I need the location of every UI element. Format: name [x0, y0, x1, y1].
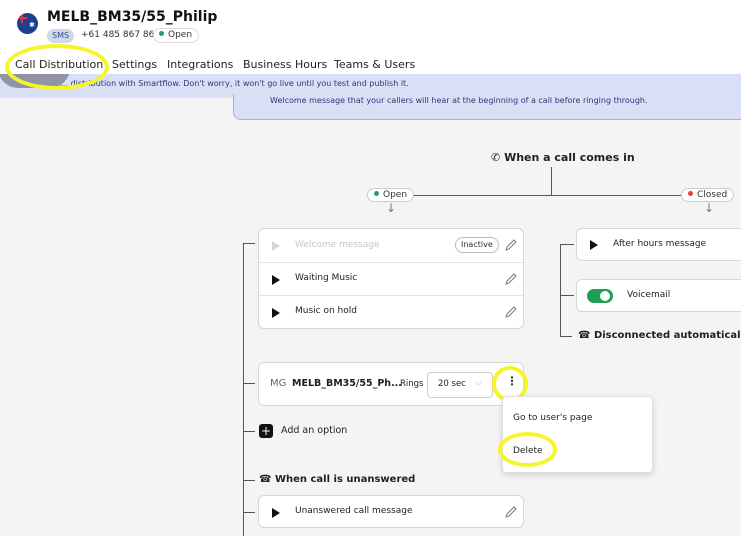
agent-avatar: MG: [270, 378, 287, 389]
closed-branch-line: [560, 244, 561, 336]
status-label: Open: [168, 30, 193, 40]
add-option-icon[interactable]: +: [259, 424, 273, 438]
branch-line: [391, 195, 711, 196]
voicemail-label: Voicemail: [627, 290, 671, 300]
hangup-icon: ☎: [578, 330, 591, 341]
play-icon[interactable]: [590, 240, 598, 250]
edit-pencil-icon[interactable]: [504, 272, 518, 286]
welcome-tooltip: Welcome message that your callers will h…: [233, 94, 741, 120]
branch-tick: [560, 295, 574, 296]
unanswered-card: Unanswered call message: [258, 495, 524, 528]
closed-dot-icon: [688, 191, 693, 196]
arrow-down-icon: ↓: [704, 201, 715, 215]
rings-select[interactable]: 20 sec ⌵: [427, 372, 493, 398]
tab-teams-users[interactable]: Teams & Users: [334, 58, 415, 71]
phone-icon: ✆: [491, 151, 501, 164]
page-title: MELB_BM35/55_Philip: [47, 9, 218, 25]
condition-closed[interactable]: Closed: [681, 188, 735, 202]
branch-tick: [560, 244, 574, 245]
voicemail-toggle[interactable]: [587, 289, 613, 303]
welcome-tooltip-text: Welcome message that your callers will h…: [270, 96, 648, 105]
arrow-down-icon: ↓: [386, 201, 397, 215]
agent-name: MELB_BM35/55_Ph...: [292, 378, 402, 389]
music-on-hold-label: Music on hold: [295, 306, 357, 316]
condition-open[interactable]: Open: [367, 188, 415, 202]
waiting-music-row[interactable]: Waiting Music: [259, 262, 523, 295]
music-on-hold-row[interactable]: Music on hold: [259, 295, 523, 328]
after-hours-card[interactable]: After hours message: [576, 228, 741, 261]
agent-card[interactable]: MG MELB_BM35/55_Ph... Rings 20 sec ⌵ ⋮: [258, 362, 524, 406]
toggle-knob: [600, 291, 610, 301]
unanswered-message-row[interactable]: Unanswered call message: [259, 496, 523, 529]
condition-open-label: Open: [383, 190, 408, 200]
trigger-node: ✆ When a call comes in: [491, 151, 635, 164]
sms-badge: SMS: [47, 29, 75, 43]
chevron-down-icon[interactable]: ⌵: [475, 377, 483, 388]
open-branch-line: [243, 243, 244, 536]
condition-closed-label: Closed: [697, 190, 728, 200]
status-badge: Open: [153, 28, 200, 43]
waiting-music-label: Waiting Music: [295, 273, 358, 283]
rings-label: Rings: [400, 379, 424, 389]
play-icon[interactable]: [272, 308, 280, 318]
trigger-label: When a call comes in: [504, 151, 635, 164]
unanswered-header: ☎ When call is unanswered: [259, 474, 415, 485]
play-icon[interactable]: [272, 241, 280, 251]
edit-pencil-icon[interactable]: [504, 305, 518, 319]
disconnected-label: Disconnected automatically: [593, 330, 741, 341]
play-icon[interactable]: [272, 275, 280, 285]
connector-line: [551, 167, 552, 195]
branch-tick: [243, 243, 255, 244]
branch-tick: [243, 431, 255, 432]
unanswered-message-label: Unanswered call message: [295, 506, 413, 516]
open-messages-card: Welcome message Inactive Waiting Music M…: [258, 228, 524, 329]
open-dot-icon: [374, 191, 379, 196]
branch-tick: [243, 383, 255, 384]
voicemail-card[interactable]: Voicemail: [576, 279, 741, 312]
tab-highlight-circle: [5, 44, 109, 90]
inactive-badge: Inactive: [455, 237, 499, 253]
tab-integrations[interactable]: Integrations: [167, 58, 233, 71]
branch-tick: [560, 336, 572, 337]
edit-pencil-icon[interactable]: [504, 505, 518, 519]
disconnected-node: ☎ Disconnected automatically: [578, 330, 741, 341]
unanswered-header-label: When call is unanswered: [274, 474, 416, 485]
menu-item-go-to-user[interactable]: Go to user's page: [513, 413, 592, 423]
add-option-button[interactable]: Add an option: [281, 425, 347, 436]
rings-value: 20 sec: [438, 379, 466, 389]
tab-settings[interactable]: Settings: [112, 58, 157, 71]
after-hours-label: After hours message: [613, 239, 707, 249]
banner-text: … distribution with Smartflow. Don't wor…: [60, 79, 409, 88]
play-icon[interactable]: [272, 508, 280, 518]
phone-number: +61 485 867 863: [81, 30, 161, 40]
hangup-icon: ☎: [259, 474, 272, 485]
tab-business-hours[interactable]: Business Hours: [243, 58, 327, 71]
welcome-message-label: Welcome message: [295, 240, 380, 250]
edit-pencil-icon[interactable]: [504, 238, 518, 252]
australia-flag-icon: ✱: [17, 13, 38, 34]
branch-tick: [243, 512, 255, 513]
branch-tick: [243, 480, 255, 481]
welcome-message-row[interactable]: Welcome message Inactive: [259, 229, 523, 262]
delete-highlight-circle: [498, 432, 557, 467]
status-dot-icon: [159, 31, 164, 36]
